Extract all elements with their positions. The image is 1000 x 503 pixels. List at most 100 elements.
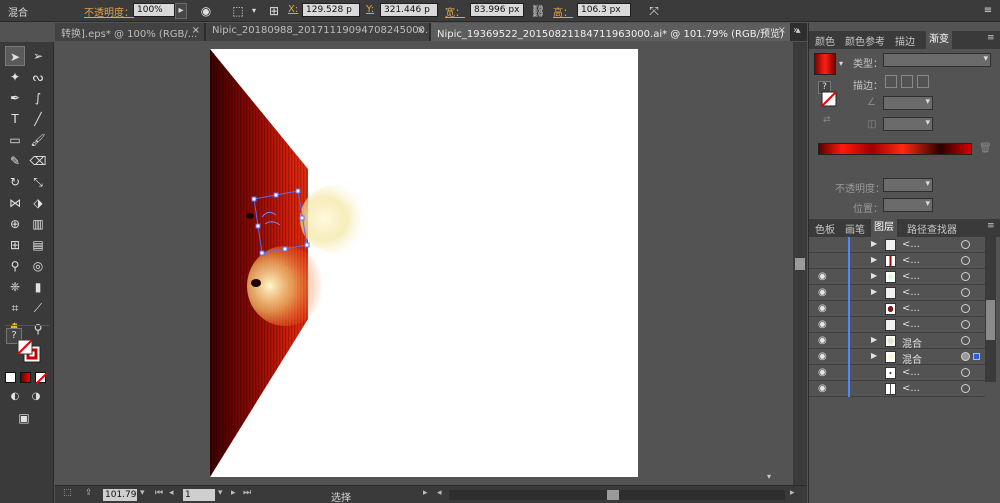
pencil-tool-icon[interactable]: ✎ [5, 151, 25, 171]
artboard-dropdown-icon[interactable]: ▾ [218, 488, 223, 498]
opacity-input[interactable]: 100% [133, 3, 175, 17]
layer-name[interactable]: <... [902, 383, 920, 394]
close-icon[interactable]: × [778, 25, 786, 36]
panel-options-icon[interactable]: ≡ [987, 33, 995, 43]
zoom-tool-icon[interactable]: ⚲ [28, 319, 48, 339]
tab-gradient[interactable]: 渐变 [926, 31, 952, 49]
zoom-input[interactable]: 101.79 [103, 489, 137, 501]
target-icon[interactable] [961, 304, 970, 313]
lamp-fixture-top[interactable] [246, 213, 254, 219]
mesh-tool-icon[interactable]: ⊞ [5, 235, 25, 255]
tab-color-guide[interactable]: 颜色参考 [845, 33, 885, 48]
artboard[interactable] [210, 49, 638, 477]
zoom-dropdown-icon[interactable]: ▾ [140, 488, 145, 498]
layer-name[interactable]: 混合 [902, 335, 922, 350]
gradient-type-dropdown[interactable]: ▾ [883, 53, 991, 67]
layer-name[interactable]: <... [902, 287, 920, 298]
fill-stroke-swatch[interactable] [16, 338, 42, 364]
draw-mode-icon[interactable]: ◐ [5, 387, 25, 407]
hscroll-left-icon[interactable]: ◂ [437, 488, 442, 498]
layer-row[interactable]: ◉ <... [809, 317, 985, 333]
layer-name[interactable]: <... [902, 303, 920, 314]
target-icon[interactable] [961, 256, 970, 265]
selection-tool-icon[interactable]: ➤ [5, 46, 25, 66]
artboard-number-input[interactable]: 1 [183, 489, 215, 501]
gradient-position-dropdown[interactable]: ▾ [883, 198, 933, 212]
reference-point-icon[interactable]: ⊞ [266, 3, 282, 19]
layers-scrollbar-thumb[interactable] [986, 300, 995, 340]
selected-art-indicator[interactable] [973, 353, 980, 360]
shape-builder-tool-icon[interactable]: ⊕ [5, 214, 25, 234]
layer-name[interactable]: <... [902, 239, 920, 250]
canvas-scroll-down-icon[interactable]: ▾ [767, 472, 771, 481]
rotate-tool-icon[interactable]: ↻ [5, 172, 25, 192]
layer-row[interactable]: ◉ ▶ <... [809, 269, 985, 285]
none-mode-icon[interactable] [35, 372, 48, 385]
transform-icon[interactable]: ⤧ [646, 3, 662, 19]
hscroll-right-icon[interactable]: ▸ [790, 488, 795, 498]
gradient-preview-dropdown-icon[interactable]: ▾ [839, 59, 843, 68]
type-tool-icon[interactable]: T [5, 109, 25, 129]
screen-mode-icon[interactable]: ▣ [14, 408, 34, 428]
layer-name[interactable]: <... [902, 319, 920, 330]
blend-tool-icon[interactable]: ◎ [28, 256, 48, 276]
opacity-label[interactable]: 不透明度： [84, 4, 134, 19]
layer-row[interactable]: ◉ <... [809, 381, 985, 397]
blend-mode-label[interactable]: 混合 [8, 4, 28, 19]
width-input[interactable]: 83.996 px [470, 3, 524, 17]
artboard-nav-icon[interactable]: ⬚ [63, 488, 72, 498]
tab-document-1[interactable]: 转换].eps* @ 100% (RGB/... × [55, 23, 205, 41]
expand-icon[interactable]: ▶ [871, 271, 877, 280]
symbol-sprayer-tool-icon[interactable]: ❈ [5, 277, 25, 297]
lamp-fixture-bottom[interactable] [251, 279, 261, 287]
layer-row[interactable]: ◉ <... [809, 365, 985, 381]
lasso-tool-icon[interactable]: ᔓ [28, 67, 48, 87]
stroke-across-icon[interactable] [917, 75, 929, 88]
gradient-preview-swatch[interactable] [814, 53, 836, 75]
tab-color[interactable]: 颜色 [815, 33, 835, 48]
align-to-icon[interactable]: ⬚ [230, 3, 246, 19]
expand-icon[interactable]: ▶ [871, 351, 877, 360]
last-artboard-icon[interactable]: ⏭ [243, 488, 251, 498]
layer-name[interactable]: <... [902, 271, 920, 282]
delete-stop-icon[interactable]: 🗑 [979, 143, 992, 154]
pen-tool-icon[interactable]: ✒ [5, 88, 25, 108]
eye-icon[interactable]: ◉ [818, 303, 827, 314]
reverse-gradient-icon[interactable]: ⇄ [823, 115, 831, 125]
target-icon[interactable] [961, 240, 970, 249]
tab-pathfinder[interactable]: 路径查找器 [907, 221, 957, 236]
layer-row[interactable]: ◉ <... [809, 301, 985, 317]
tab-document-3[interactable]: Nipic_19369522_20150821184711963000.ai* … [431, 23, 791, 41]
prev-artboard-icon[interactable]: ◂ [169, 488, 174, 498]
layer-name[interactable]: <... [902, 255, 920, 266]
slice-tool-icon[interactable]: ⟋ [28, 298, 48, 318]
constrain-proportions-icon[interactable]: ⛓ [530, 3, 546, 19]
layer-row[interactable]: ▶ <... [809, 237, 985, 253]
layer-name[interactable]: <... [902, 367, 920, 378]
curvature-tool-icon[interactable]: ∫ [28, 88, 48, 108]
magic-wand-tool-icon[interactable]: ✦ [5, 67, 25, 87]
gradient-mode-icon[interactable] [20, 372, 31, 383]
layer-row[interactable]: ◉ ▶ 混合 [809, 349, 985, 366]
expand-icon[interactable]: ▶ [871, 255, 877, 264]
gradient-fill-stroke-icon[interactable] [821, 91, 837, 107]
horizontal-scrollbar-thumb[interactable] [607, 490, 619, 500]
tab-brushes[interactable]: 画笔 [845, 221, 865, 236]
target-icon[interactable] [961, 384, 970, 393]
vertical-scrollbar-thumb[interactable] [795, 258, 805, 270]
next-artboard-icon[interactable]: ▸ [231, 488, 236, 498]
target-icon[interactable] [961, 368, 970, 377]
chart-tool-icon[interactable]: ▥ [28, 214, 48, 234]
gradient-angle-dropdown[interactable]: ▾ [883, 96, 933, 110]
target-icon[interactable] [961, 336, 970, 345]
opacity-dropdown-arrow-icon[interactable]: ▸ [175, 3, 187, 19]
tab-swatches[interactable]: 色板 [815, 221, 835, 236]
layer-name[interactable]: 混合 [902, 351, 922, 366]
eye-icon[interactable]: ◉ [818, 335, 827, 346]
eye-icon[interactable]: ◉ [818, 319, 827, 330]
layers-list[interactable]: ▶ <... ▶ <... ◉ ▶ <... ◉ ▶ <... ◉ <... ◉… [809, 237, 987, 407]
gradient-tool-icon[interactable]: ▤ [28, 235, 48, 255]
close-icon[interactable]: × [417, 25, 425, 36]
layer-row[interactable]: ◉ ▶ 混合 [809, 333, 985, 350]
width-tool-icon[interactable]: ⋈ [5, 193, 25, 213]
